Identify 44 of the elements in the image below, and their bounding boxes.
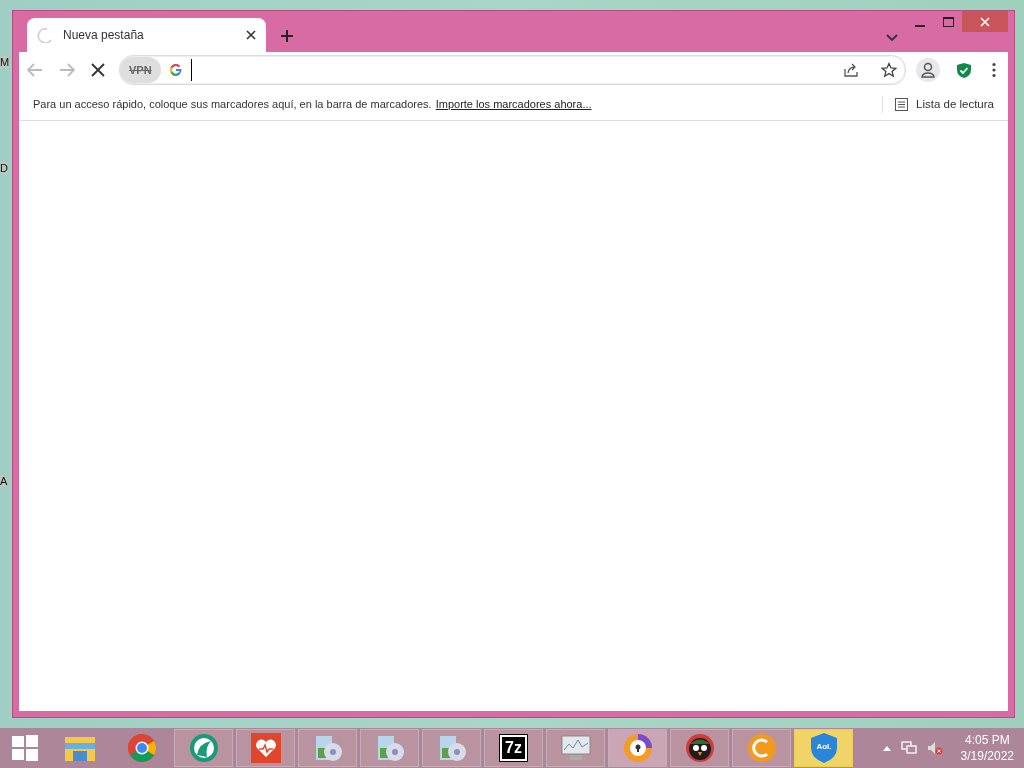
- taskbar-app-button[interactable]: [670, 729, 729, 767]
- coin-icon: [746, 733, 777, 763]
- shield-check-icon[interactable]: [956, 61, 972, 79]
- close-button[interactable]: [962, 11, 1008, 32]
- caret-up-icon[interactable]: [882, 745, 891, 751]
- bookmarks-hint: Para un acceso rápido, coloque sus marcadores aquí, en la barra de marcadores.: [33, 98, 432, 110]
- stop-icon[interactable]: [91, 63, 105, 77]
- google-icon: [168, 63, 183, 77]
- vpn-toggle[interactable]: VPN: [120, 57, 161, 83]
- tab-search-icon[interactable]: [886, 34, 898, 42]
- share-icon[interactable]: [843, 62, 859, 78]
- desktop-icon-label: A: [0, 475, 8, 487]
- archive-icon: 7z: [500, 735, 527, 761]
- app-icon: [188, 733, 219, 763]
- folder-icon: [63, 734, 96, 762]
- tab-title: Nueva pestaña: [63, 28, 145, 42]
- bird-icon: [684, 733, 715, 763]
- clock-time: 4:05 PM: [964, 732, 1010, 748]
- maximize-icon: [942, 16, 954, 27]
- network-icon[interactable]: [900, 741, 917, 755]
- person-icon: [921, 62, 935, 78]
- star-icon[interactable]: [881, 62, 897, 78]
- desktop-icon-label: D: [0, 162, 8, 174]
- new-tab-icon[interactable]: [280, 29, 294, 43]
- taskbar-app-button[interactable]: Aol.: [794, 729, 853, 767]
- desktop-icon-label: M: [0, 56, 10, 68]
- lock-icon: [622, 733, 653, 763]
- minimize-icon: [915, 24, 925, 27]
- menu-icon[interactable]: [992, 62, 996, 78]
- muted-speaker-icon[interactable]: [926, 741, 943, 755]
- close-tab-icon[interactable]: [246, 30, 256, 40]
- windows-icon: [12, 735, 38, 761]
- import-bookmarks-link[interactable]: Importe los marcadores ahora...: [435, 98, 592, 110]
- browser-tab[interactable]: Nueva pestaña: [27, 18, 266, 52]
- list-icon: [895, 97, 908, 111]
- reading-list-button[interactable]: Lista de lectura: [882, 95, 994, 113]
- browser-icon: [126, 733, 157, 763]
- clock-date: 3/19/2022: [960, 748, 1014, 764]
- address-bar[interactable]: VPN: [119, 55, 906, 85]
- profile-button[interactable]: [916, 58, 940, 82]
- shield-icon: Aol.: [808, 732, 839, 764]
- close-icon: [980, 16, 990, 27]
- taskbar-app-button[interactable]: 7z: [484, 729, 543, 767]
- monitor-icon: [559, 734, 592, 762]
